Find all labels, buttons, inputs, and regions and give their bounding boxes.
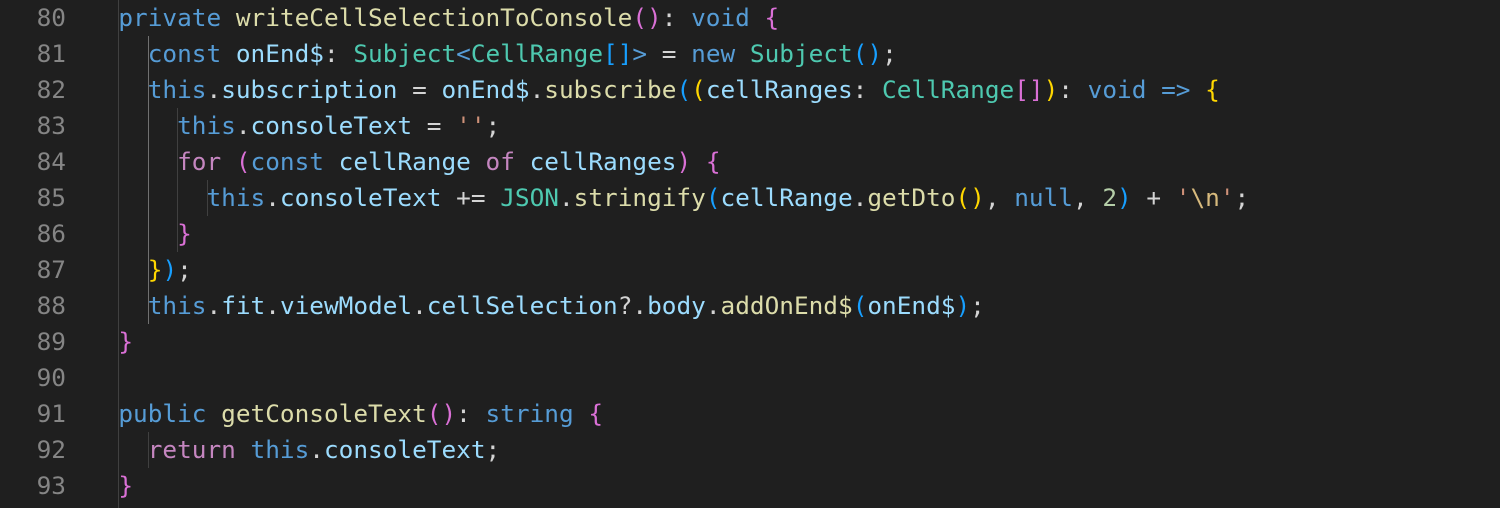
code-line[interactable]: 81 const onEnd$: Subject<CellRange[]> = … bbox=[0, 36, 1500, 72]
code-line[interactable]: 86 } bbox=[0, 216, 1500, 252]
code-line[interactable]: 93 } bbox=[0, 468, 1500, 504]
code-text[interactable]: const onEnd$: Subject<CellRange[]> = new… bbox=[89, 36, 897, 72]
code-text[interactable]: private writeCellSelectionToConsole(): v… bbox=[89, 0, 779, 36]
line-number: 84 bbox=[36, 147, 66, 176]
code-line[interactable]: 83 this.consoleText = ''; bbox=[0, 108, 1500, 144]
line-number: 86 bbox=[36, 219, 66, 248]
code-text[interactable]: this.fit.viewModel.cellSelection?.body.a… bbox=[89, 288, 985, 324]
line-number: 82 bbox=[36, 75, 66, 104]
line-number: 85 bbox=[36, 183, 66, 212]
code-line[interactable]: 88 this.fit.viewModel.cellSelection?.bod… bbox=[0, 288, 1500, 324]
code-line[interactable]: 91 public getConsoleText(): string { bbox=[0, 396, 1500, 432]
line-number: 93 bbox=[36, 471, 66, 500]
code-line[interactable]: 90 bbox=[0, 360, 1500, 396]
code-editor[interactable]: 80 private writeCellSelectionToConsole()… bbox=[0, 0, 1500, 508]
code-text[interactable]: public getConsoleText(): string { bbox=[89, 396, 603, 432]
code-line[interactable]: 89 } bbox=[0, 324, 1500, 360]
line-number: 91 bbox=[36, 399, 66, 428]
line-number: 87 bbox=[36, 255, 66, 284]
code-text[interactable]: } bbox=[89, 324, 133, 360]
code-line[interactable]: 87 }); bbox=[0, 252, 1500, 288]
code-text[interactable]: for (const cellRange of cellRanges) { bbox=[89, 144, 720, 180]
code-text[interactable]: }); bbox=[89, 252, 192, 288]
line-number: 81 bbox=[36, 39, 66, 68]
code-text[interactable]: } bbox=[89, 216, 192, 252]
code-text[interactable]: return this.consoleText; bbox=[89, 432, 500, 468]
line-number: 80 bbox=[36, 3, 66, 32]
line-number: 92 bbox=[36, 435, 66, 464]
line-number: 83 bbox=[36, 111, 66, 140]
line-number: 90 bbox=[36, 363, 66, 392]
code-text[interactable]: this.consoleText += JSON.stringify(cellR… bbox=[89, 180, 1249, 216]
code-text[interactable]: this.subscription = onEnd$.subscribe((ce… bbox=[89, 72, 1220, 108]
line-number: 88 bbox=[36, 291, 66, 320]
line-number: 89 bbox=[36, 327, 66, 356]
code-text[interactable]: } bbox=[89, 468, 133, 504]
code-text[interactable]: this.consoleText = ''; bbox=[89, 108, 500, 144]
code-line[interactable]: 82 this.subscription = onEnd$.subscribe(… bbox=[0, 72, 1500, 108]
code-line[interactable]: 80 private writeCellSelectionToConsole()… bbox=[0, 0, 1500, 36]
code-line[interactable]: 84 for (const cellRange of cellRanges) { bbox=[0, 144, 1500, 180]
code-line[interactable]: 92 return this.consoleText; bbox=[0, 432, 1500, 468]
code-line[interactable]: 85 this.consoleText += JSON.stringify(ce… bbox=[0, 180, 1500, 216]
